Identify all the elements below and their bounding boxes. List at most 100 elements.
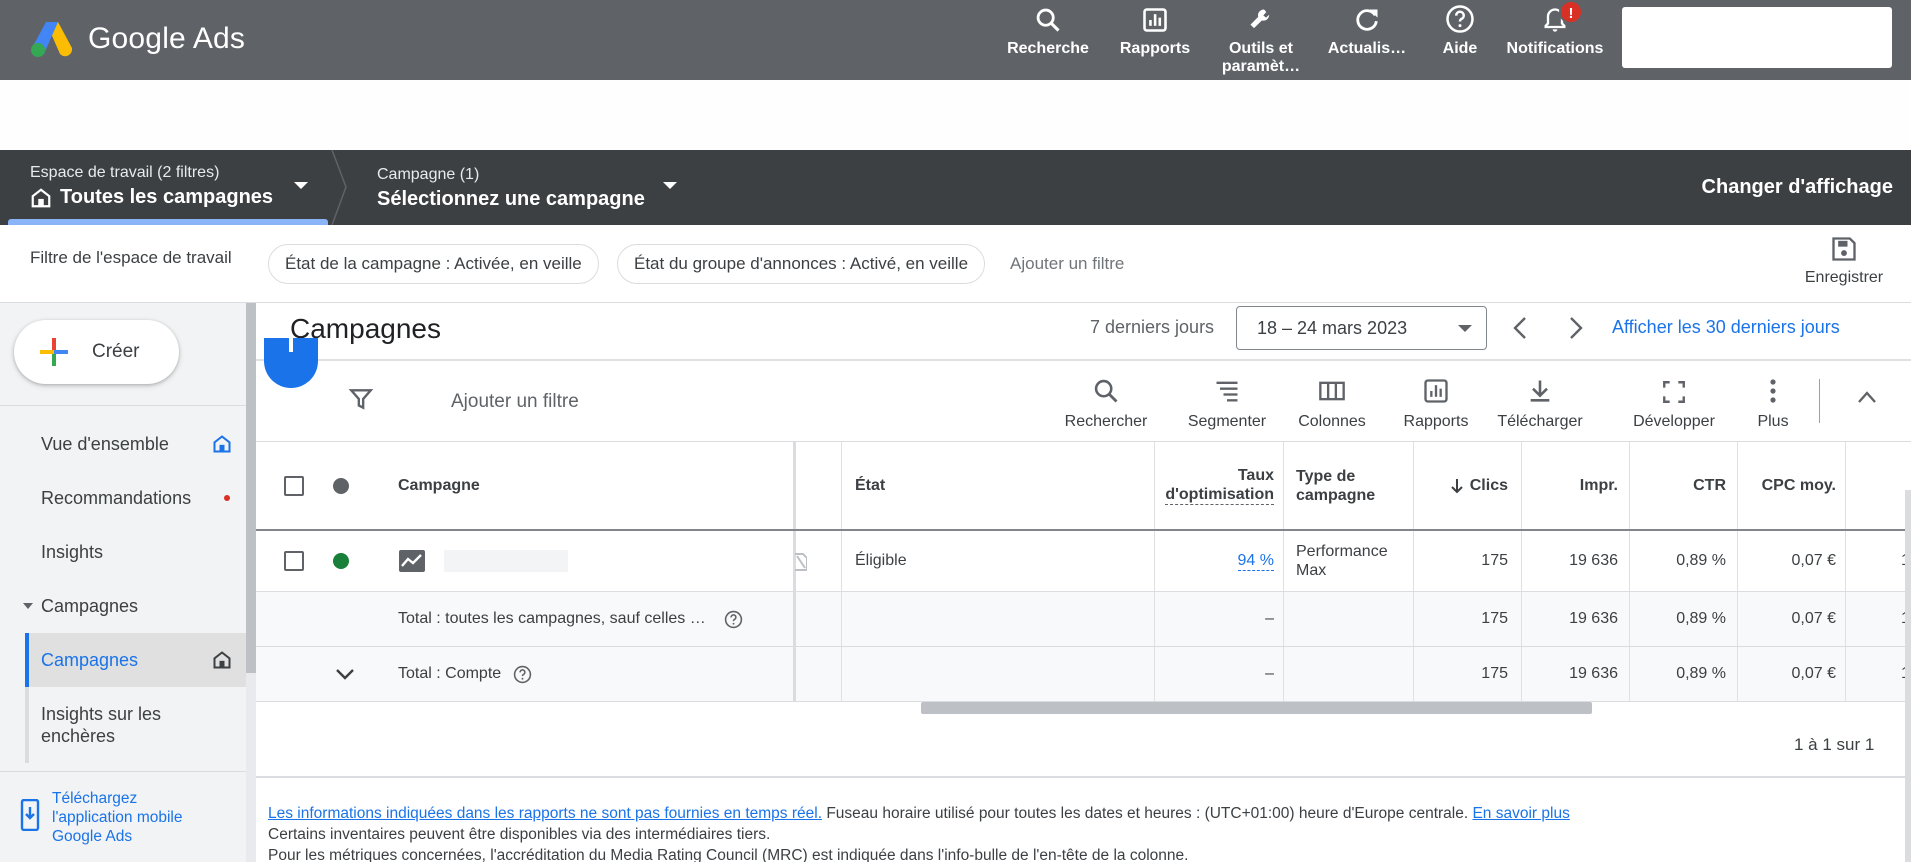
caret-down-icon[interactable] bbox=[22, 602, 34, 610]
sidebar-group-campaigns[interactable]: Campagnes bbox=[41, 596, 138, 617]
sidebar-scrollbar-thumb[interactable] bbox=[246, 303, 256, 673]
account-avg-cpc-cell: 0,07 € bbox=[1791, 665, 1836, 682]
app-link-line1: Téléchargez bbox=[52, 790, 138, 807]
date-range-picker[interactable]: 18 – 24 mars 2023 bbox=[1236, 306, 1487, 350]
sidebar-item-auction-insights[interactable]: Insights sur les enchères bbox=[41, 703, 161, 747]
header-optimization[interactable]: Taux d'optimisation bbox=[1156, 442, 1274, 529]
workspace-bar: Espace de travail (2 filtres) Toutes les… bbox=[0, 150, 1911, 225]
table-horizontal-scrollbar[interactable] bbox=[921, 702, 1592, 714]
status-enabled-dot[interactable] bbox=[333, 531, 349, 591]
blank-banner bbox=[0, 80, 1911, 150]
column-divider bbox=[1283, 592, 1284, 646]
header-campaign[interactable]: Campagne bbox=[398, 442, 480, 529]
learn-more-link[interactable]: En savoir plus bbox=[1472, 805, 1569, 822]
total-filtered-label: Total : toutes les campagnes, sauf celle… bbox=[398, 610, 706, 627]
column-divider bbox=[1845, 442, 1846, 529]
create-button[interactable]: Créer bbox=[14, 320, 179, 384]
header-impressions[interactable]: Impr. bbox=[1526, 442, 1618, 529]
filter-chip-campaign-status[interactable]: État de la campagne : Activée, en veille bbox=[268, 244, 599, 284]
column-divider bbox=[1737, 592, 1738, 646]
sidebar-item-campaigns[interactable]: Campagnes bbox=[41, 650, 138, 671]
header-ctr[interactable]: CTR bbox=[1634, 442, 1726, 529]
toolbar-columns-button[interactable]: Colonnes bbox=[1291, 373, 1373, 431]
sidebar-item-overview[interactable]: Vue d'ensemble bbox=[41, 434, 169, 455]
toolbar-download-button[interactable]: Télécharger bbox=[1492, 373, 1588, 431]
clicks-cell: 175 bbox=[1481, 552, 1508, 569]
home-icon bbox=[213, 435, 231, 453]
nav-help-button[interactable]: Aide bbox=[1426, 0, 1494, 80]
select-all-checkbox[interactable] bbox=[284, 442, 304, 529]
chevron-right-icon[interactable] bbox=[1564, 315, 1586, 341]
column-divider bbox=[1629, 592, 1630, 646]
campaign-selector[interactable]: Campagne (1) Sélectionnez une campagne bbox=[377, 166, 645, 211]
workspace-filter-row: Filtre de l'espace de travail État de la… bbox=[0, 225, 1911, 303]
help-icon bbox=[1446, 5, 1474, 33]
sidebar-item-recommendations[interactable]: Recommandations bbox=[41, 488, 191, 509]
add-workspace-filter[interactable]: Ajouter un filtre bbox=[1010, 254, 1124, 274]
toolbar-search-label: Rechercher bbox=[1064, 413, 1148, 430]
account-selector[interactable] bbox=[1622, 7, 1892, 68]
download-icon bbox=[1530, 380, 1550, 402]
sidebar-item-insights[interactable]: Insights bbox=[41, 542, 103, 563]
nav-notifications-button[interactable]: ! Notifications bbox=[1505, 0, 1605, 80]
expand-total-button[interactable] bbox=[334, 647, 356, 701]
more-vert-icon bbox=[1770, 379, 1776, 403]
column-divider bbox=[841, 442, 842, 529]
download-mobile-app-link[interactable]: Téléchargez l'application mobile Google … bbox=[52, 789, 202, 846]
google-ads-logo-icon bbox=[31, 22, 73, 57]
nav-search-button[interactable]: Recherche bbox=[1000, 0, 1096, 80]
app-name: Google Ads bbox=[88, 22, 246, 55]
column-divider bbox=[1629, 442, 1630, 529]
search-icon bbox=[1094, 379, 1118, 403]
page-vertical-scrollbar[interactable] bbox=[1905, 490, 1911, 862]
optimization-score-cell[interactable]: 94 % bbox=[1156, 531, 1274, 591]
nav-tools-button[interactable]: Outils et paramèt… bbox=[1214, 0, 1308, 80]
top-header: Google Ads Recherche Rapports Outils et … bbox=[0, 0, 1911, 80]
header-status[interactable]: État bbox=[855, 442, 885, 529]
toolbar-reports-button[interactable]: Rapports bbox=[1396, 373, 1476, 431]
nav-reports-button[interactable]: Rapports bbox=[1109, 0, 1201, 80]
toolbar-search-button[interactable]: Rechercher bbox=[1060, 373, 1152, 431]
nav-notifications-label: Notifications bbox=[1506, 40, 1604, 57]
save-button[interactable]: Enregistrer bbox=[1800, 235, 1888, 287]
header-avg-cpc[interactable]: CPC moy. bbox=[1742, 442, 1836, 529]
chevron-up-icon[interactable] bbox=[1856, 389, 1878, 405]
header-campaign-type[interactable]: Type de campagne bbox=[1296, 442, 1375, 529]
column-divider bbox=[1521, 531, 1522, 591]
reports-icon bbox=[1143, 8, 1167, 32]
account-clicks-cell: 175 bbox=[1481, 665, 1508, 682]
filter-chip-adgroup-status[interactable]: État du groupe d'annonces : Activé, en v… bbox=[617, 244, 986, 284]
campaign-name-cell[interactable] bbox=[398, 531, 568, 591]
chevron-left-icon[interactable] bbox=[1510, 315, 1532, 341]
toolbar-more-button[interactable]: Plus bbox=[1744, 373, 1802, 431]
column-divider bbox=[1154, 647, 1155, 701]
help-outline-icon[interactable] bbox=[513, 665, 532, 684]
workspace-dropdown-icon[interactable] bbox=[294, 182, 308, 189]
realtime-info-link[interactable]: Les informations indiquées dans les rapp… bbox=[268, 805, 822, 822]
header-clicks[interactable]: Clics bbox=[1416, 442, 1508, 529]
app-link-line2: l'application mobile bbox=[52, 809, 183, 826]
performance-max-icon bbox=[399, 550, 425, 572]
toolbar-columns-label: Colonnes bbox=[1298, 413, 1366, 430]
show-last-30-days-link[interactable]: Afficher les 30 derniers jours bbox=[1612, 317, 1840, 338]
filter-icon[interactable] bbox=[348, 386, 374, 412]
table-row[interactable]: Éligible 94 % Performance Max 175 19 636 … bbox=[256, 531, 1911, 592]
workspace-selector[interactable]: Espace de travail (2 filtres) Toutes les… bbox=[30, 164, 273, 209]
google-ads-logo[interactable]: Google Ads bbox=[30, 20, 245, 58]
sidebar-divider bbox=[0, 405, 246, 406]
column-divider bbox=[1413, 647, 1414, 701]
help-outline-icon[interactable] bbox=[724, 610, 743, 629]
campaign-dropdown-icon[interactable] bbox=[663, 182, 677, 189]
column-divider bbox=[841, 531, 842, 591]
change-view-button[interactable]: Changer d'affichage bbox=[1702, 176, 1893, 199]
row-checkbox[interactable] bbox=[284, 531, 304, 591]
toolbar-expand-button[interactable]: Développer bbox=[1626, 373, 1722, 431]
nav-refresh-button[interactable]: Actualis… bbox=[1322, 0, 1412, 80]
column-divider bbox=[1845, 592, 1846, 646]
add-filter-button[interactable]: Ajouter un filtre bbox=[451, 391, 579, 413]
sidebar-group-line bbox=[25, 687, 29, 763]
column-divider bbox=[841, 592, 842, 646]
optimization-score-link[interactable]: 94 % bbox=[1237, 552, 1274, 571]
notification-badge: ! bbox=[1559, 0, 1583, 24]
toolbar-segment-button[interactable]: Segmenter bbox=[1182, 373, 1272, 431]
